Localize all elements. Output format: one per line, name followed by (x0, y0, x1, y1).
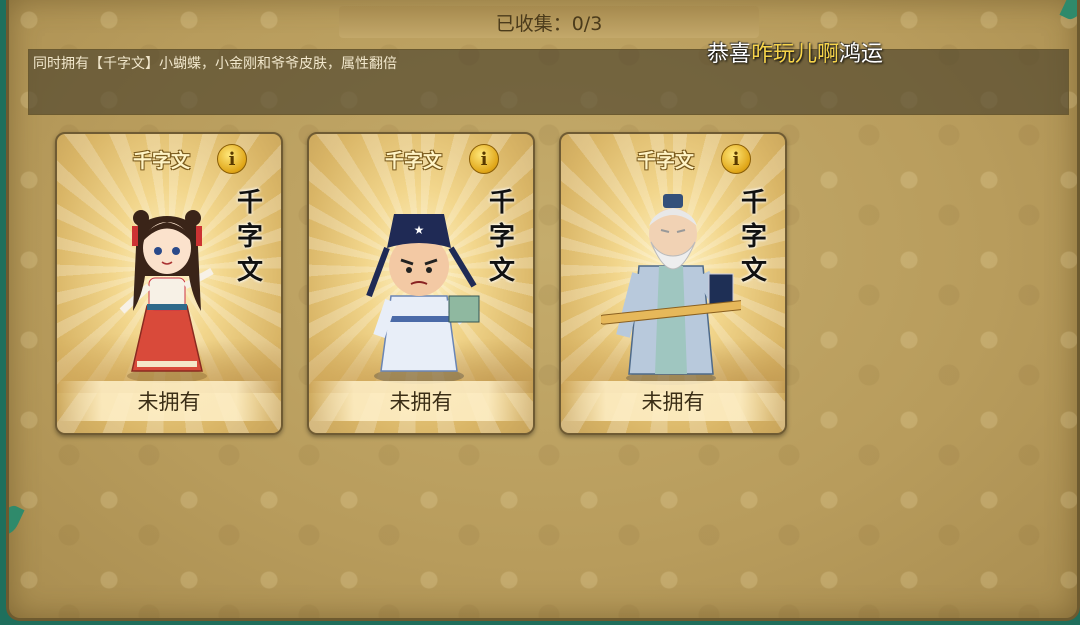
info-icon[interactable]: i (721, 144, 751, 174)
ownership-status: 未拥有 (57, 381, 281, 421)
info-icon[interactable]: i (469, 144, 499, 174)
skin-card-2[interactable]: 千字文 i 千 字 文 ★ 未拥有 (307, 132, 535, 435)
broadcast-marquee: 恭喜咋玩儿啊鸿运 (707, 42, 884, 67)
corner-leaf-decoration (9, 502, 25, 538)
calligraphy-title: 千 字 文 (488, 188, 515, 286)
corner-leaf-decoration (1059, 0, 1077, 23)
card-title: 千字文 (133, 150, 191, 172)
girl-character-illustration (119, 210, 214, 383)
player-name: 咋玩儿啊 (751, 42, 840, 67)
set-bonus-description-box: 同时拥有【千字文】小蝴蝶，小金刚和爷爷皮肤，属性翻倍 (28, 49, 1069, 115)
old-sage-character-illustration (601, 194, 741, 385)
skin-card-1[interactable]: 千字文 i 千 字 文 未拥有 (55, 132, 283, 435)
collection-panel: 已收集：0/3 同时拥有【千字文】小蝴蝶，小金刚和爷爷皮肤，属性翻倍 千字文 i… (6, 0, 1080, 621)
calligraphy-title: 千 字 文 (236, 188, 263, 286)
card-title: 千字文 (385, 150, 443, 172)
skin-card-3[interactable]: 千字文 i 千 字 文 未拥有 (559, 132, 787, 435)
info-icon[interactable]: i (217, 144, 247, 174)
scholar-boy-character-illustration: ★ (366, 214, 480, 384)
svg-text:★: ★ (414, 223, 425, 237)
calligraphy-title: 千 字 文 (740, 188, 767, 286)
ownership-status: 未拥有 (309, 381, 533, 421)
collected-count: 已收集：0/3 (339, 6, 759, 38)
card-title: 千字文 (637, 150, 695, 172)
ownership-status: 未拥有 (561, 381, 785, 421)
set-bonus-text: 同时拥有【千字文】小蝴蝶，小金刚和爷爷皮肤，属性翻倍 (33, 56, 397, 72)
